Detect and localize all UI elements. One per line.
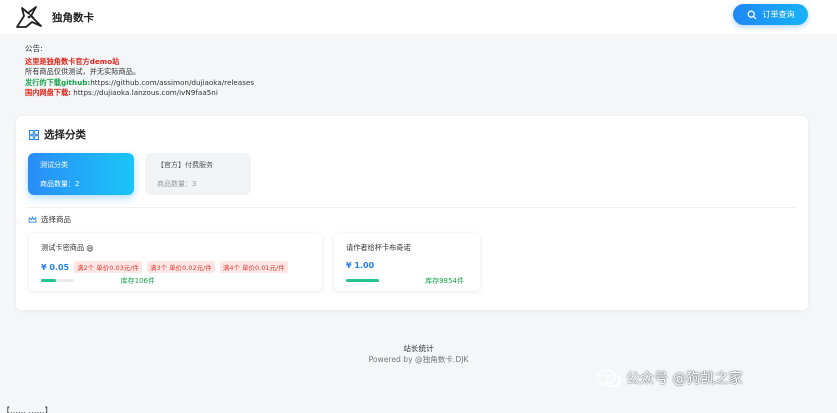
goods-heading: 选择商品 [28,214,71,225]
watermark: 公众号 @狗凯之家 [596,368,742,388]
category-item-official[interactable]: 【官方】付费服务 商品数量：3 [145,153,251,195]
category-heading-text: 选择分类 [44,129,86,141]
github-download-link[interactable]: https://github.com/assimon/dujiaoka/rele… [90,78,254,87]
goods-item-cappuccino[interactable]: 请作者给杯卡布奇诺 ¥ 1.00 库存9854件 [334,233,480,291]
category-item-test[interactable]: 测试分类 商品数量：2 [28,153,134,195]
order-query-button[interactable]: 订单查询 [733,4,808,25]
top-navbar: 独角数卡 订单查询 [0,0,837,34]
stock-bar [41,279,74,282]
smile-emoji-icon: 😄 [86,243,94,253]
crown-icon [28,216,37,223]
clipped-bottom-text: 【…… ……】 [2,406,53,413]
unicorn-logo-icon[interactable] [14,4,44,30]
goods-price: ¥ 1.00 [346,261,375,270]
search-icon [747,10,756,19]
section-divider [28,207,796,208]
grid-icon [29,129,39,140]
goods-stock: 库存106件 [120,277,155,285]
category-name: 测试分类 [40,161,68,169]
footer-stats[interactable]: 站长统计 [0,343,837,354]
stock-bar-fill [346,279,379,282]
announcement-line-2: 所有商品仅供测试，并无实际商品。 [25,67,141,76]
wholesale-tag: 满4个 单价0.01元/件 [219,261,288,273]
announcement: 公告: 这里是独角数卡官方demo站 所有商品仅供测试，并无实际商品。 发行的下… [25,44,445,99]
goods-item-test-card[interactable]: 测试卡密商品 😄 ¥ 0.05 满2个 单价0.03元/件 满3个 单价0.02… [29,233,322,291]
order-query-label: 订单查询 [762,10,795,19]
netdisk-download-link[interactable]: https://dujiaoka.lanzous.com/ivN9faa5ni [73,88,218,97]
goods-stock: 库存9854件 [425,277,464,285]
category-heading: 选择分类 [29,127,86,142]
watermark-text: 公众号 @狗凯之家 [626,371,743,387]
wholesale-tag: 满2个 单价0.03元/件 [74,261,142,273]
category-name: 【官方】付费服务 [157,161,213,169]
stock-bar-fill [41,279,56,282]
shop-card: 选择分类 测试分类 商品数量：2 【官方】付费服务 商品数量：3 选择商品 测试… [16,116,808,310]
category-count: 商品数量：2 [40,180,80,188]
github-download-label: 发行的下载github: [25,77,91,87]
site-title[interactable]: 独角数卡 [52,10,94,25]
wechat-icon [596,369,621,388]
netdisk-download-label: 国内网盘下载: [25,88,71,97]
goods-name: 测试卡密商品 [41,243,85,252]
goods-heading-text: 选择商品 [41,215,71,224]
wholesale-tag: 满3个 单价0.02元/件 [146,261,215,273]
goods-name: 请作者给杯卡布奇诺 [346,243,411,252]
footer-powered-by: Powered by @独角数卡.DJK [368,355,469,364]
category-count: 商品数量：3 [157,180,197,188]
goods-price: ¥ 0.05 [41,262,70,272]
announcement-title: 公告: [25,44,43,53]
stock-bar [346,279,379,282]
announcement-line-1: 这里是独角数卡官方demo站 [25,56,120,66]
